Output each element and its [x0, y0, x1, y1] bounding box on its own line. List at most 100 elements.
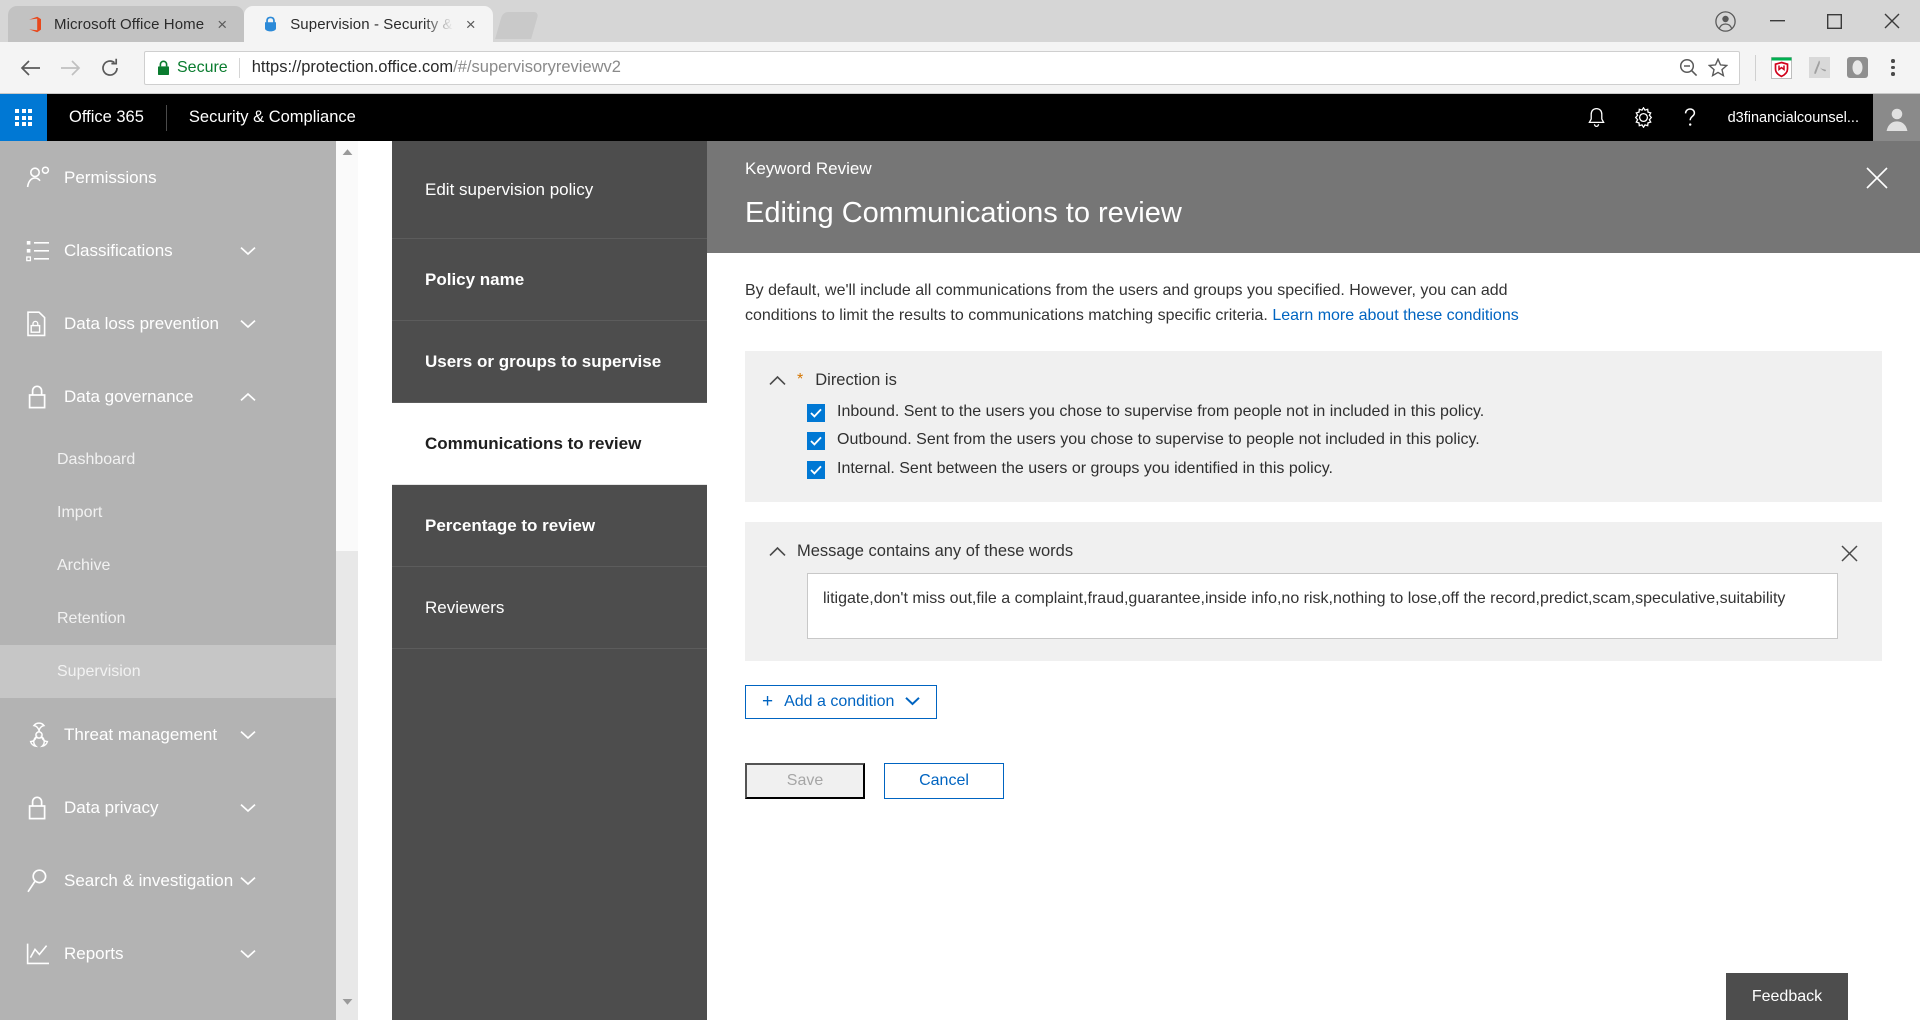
tab-title: Supervision - Security & [290, 16, 452, 33]
office-icon [26, 16, 43, 33]
new-tab-button[interactable] [495, 12, 539, 39]
panel-actions: Save Cancel [745, 763, 1882, 799]
sidebar-item-archive[interactable]: Archive [0, 539, 336, 592]
zoom-out-icon[interactable] [1673, 58, 1703, 77]
wizard-step-communications[interactable]: Communications to review [392, 403, 707, 485]
dlp-icon [26, 311, 64, 337]
checkbox-row-outbound[interactable]: Outbound. Sent from the users you chose … [807, 430, 1858, 451]
save-button[interactable]: Save [745, 763, 865, 799]
browser-menu-icon[interactable] [1876, 59, 1910, 76]
sidebar-item-data-privacy[interactable]: Data privacy [0, 771, 336, 844]
condition-header[interactable]: * Direction is [769, 371, 1858, 390]
checkbox-label: Internal. Sent between the users or grou… [837, 459, 1333, 480]
sidebar-item-label: Archive [57, 557, 110, 575]
forward-icon[interactable] [50, 48, 90, 88]
condition-header[interactable]: Message contains any of these words [769, 542, 1858, 561]
app-launcher-icon[interactable] [0, 94, 47, 141]
gear-icon[interactable] [1620, 94, 1667, 141]
office-brand-label[interactable]: Office 365 [47, 108, 166, 127]
page-scrollbar-thumb[interactable] [336, 551, 358, 1020]
help-icon[interactable] [1667, 94, 1714, 141]
condition-keywords: Message contains any of these words liti… [745, 522, 1882, 661]
sidebar-item-classifications[interactable]: Classifications [0, 214, 336, 287]
maximize-button[interactable] [1806, 0, 1863, 42]
left-navigation: Permissions Classifications [0, 141, 336, 1020]
sidebar-item-label: Retention [57, 610, 126, 628]
sidebar-item-supervision[interactable]: Supervision [0, 645, 336, 698]
feedback-button[interactable]: Feedback [1726, 973, 1848, 1020]
close-icon[interactable]: × [212, 14, 232, 34]
chevron-down-icon[interactable] [240, 246, 256, 256]
bookmark-star-icon[interactable] [1703, 58, 1733, 77]
app-name-label[interactable]: Security & Compliance [167, 108, 356, 127]
back-icon[interactable] [10, 48, 50, 88]
learn-more-link[interactable]: Learn more about these conditions [1272, 307, 1518, 324]
search-icon [26, 868, 64, 894]
chevron-down-icon[interactable] [240, 319, 256, 329]
minimize-button[interactable] [1749, 0, 1806, 42]
wizard-step-users-groups[interactable]: Users or groups to supervise [392, 321, 707, 403]
scroll-down-icon[interactable] [336, 991, 358, 1013]
sidebar-item-search-investigation[interactable]: Search & investigation [0, 844, 336, 917]
checkbox-row-internal[interactable]: Internal. Sent between the users or grou… [807, 459, 1858, 480]
keywords-input[interactable]: litigate,don't miss out,file a complaint… [807, 573, 1838, 639]
wizard-step-reviewers[interactable]: Reviewers [392, 567, 707, 649]
checkbox-row-inbound[interactable]: Inbound. Sent to the users you chose to … [807, 402, 1858, 423]
sidebar-item-permissions[interactable]: Permissions [0, 141, 336, 214]
wizard-step-policy-name[interactable]: Policy name [392, 239, 707, 321]
address-bar[interactable]: Secure https://protection.office.com/#/s… [144, 51, 1740, 85]
sidebar-item-label: Threat management [64, 725, 217, 745]
chevron-down-icon[interactable] [240, 730, 256, 740]
pdf-extension-icon[interactable] [1800, 49, 1838, 87]
reload-icon[interactable] [90, 48, 130, 88]
chevron-up-icon[interactable] [240, 392, 256, 402]
scroll-up-icon[interactable] [336, 141, 358, 163]
sidebar-item-dashboard[interactable]: Dashboard [0, 433, 336, 486]
url-text: https://protection.office.com/#/supervis… [252, 58, 1673, 77]
chevron-up-icon[interactable] [769, 546, 786, 557]
sidebar-item-reports[interactable]: Reports [0, 917, 336, 990]
waffle-grid [15, 109, 32, 126]
lock-icon [26, 384, 64, 410]
sidebar-item-data-loss-prevention[interactable]: Data loss prevention [0, 287, 336, 360]
url-origin: https://protection.office.com [252, 58, 453, 76]
sidebar-item-threat-management[interactable]: Threat management [0, 698, 336, 771]
permissions-icon [26, 166, 64, 190]
condition-direction: * Direction is Inbound. Sent to the user… [745, 351, 1882, 502]
sidebar-item-import[interactable]: Import [0, 486, 336, 539]
browser-window: Microsoft Office Home × Supervision - Se… [0, 0, 1920, 1020]
sidebar-item-data-governance[interactable]: Data governance [0, 360, 336, 433]
cancel-button[interactable]: Cancel [884, 763, 1004, 799]
bell-icon[interactable] [1573, 94, 1620, 141]
secure-lock-icon [157, 60, 170, 76]
wizard-step-rail: Edit supervision policy Policy name User… [392, 141, 707, 1020]
chevron-down-icon[interactable] [240, 949, 256, 959]
condition-label: Message contains any of these words [797, 542, 1073, 561]
checkbox-inbound[interactable] [807, 404, 825, 422]
avatar[interactable] [1873, 94, 1920, 141]
chevron-down-icon[interactable] [240, 803, 256, 813]
wizard-title: Edit supervision policy [392, 141, 707, 239]
close-button[interactable] [1863, 0, 1920, 42]
add-condition-button[interactable]: + Add a condition [745, 685, 937, 719]
close-icon[interactable]: × [461, 14, 481, 34]
account-name-label[interactable]: d3financialcounsel... [1714, 110, 1873, 126]
sidebar-item-label: Import [57, 504, 102, 522]
wizard-step-percentage[interactable]: Percentage to review [392, 485, 707, 567]
profile-icon[interactable] [1701, 0, 1749, 42]
panel-body: By default, we'll include all communicat… [707, 253, 1920, 1020]
condition-label: Direction is [815, 371, 897, 390]
remove-condition-icon[interactable] [1836, 541, 1862, 567]
checkbox-internal[interactable] [807, 461, 825, 479]
sidebar-item-label: Supervision [57, 663, 141, 681]
shield-extension-icon[interactable] [1762, 49, 1800, 87]
oval-extension-icon[interactable] [1838, 49, 1876, 87]
close-icon[interactable] [1860, 161, 1894, 195]
chevron-down-icon[interactable] [240, 876, 256, 886]
browser-tab-office-home[interactable]: Microsoft Office Home × [8, 6, 244, 42]
chevron-up-icon[interactable] [769, 375, 786, 386]
browser-tab-supervision[interactable]: Supervision - Security & × [244, 6, 492, 42]
sidebar-item-retention[interactable]: Retention [0, 592, 336, 645]
sidebar-item-label: Search & investigation [64, 871, 233, 891]
checkbox-outbound[interactable] [807, 432, 825, 450]
